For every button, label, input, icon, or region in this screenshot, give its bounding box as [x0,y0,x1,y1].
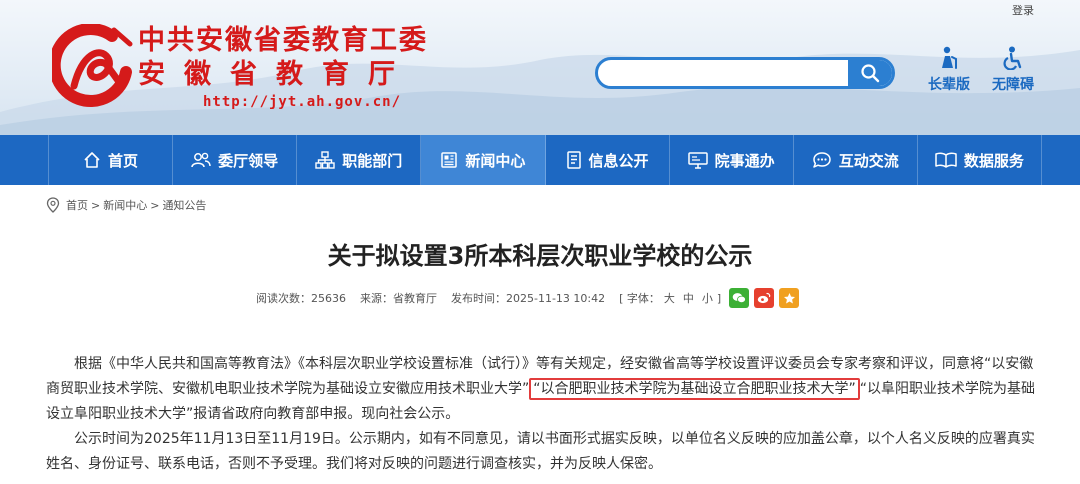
breadcrumb-notices[interactable]: 通知公告 [162,197,206,213]
paragraph-1: 根据《中华人民共和国高等教育法》《本科层次职业学校设置标准（试行）》等有关规定，… [46,352,1046,427]
elder-icon [942,46,957,69]
nav-item-departments[interactable]: 职能部门 [297,135,422,185]
font-size-label: [ 字体： [619,292,660,305]
nav-item-label: 首页 [108,151,139,170]
login-link[interactable]: 登录 [1012,2,1034,18]
accessibility-icon [1003,46,1022,70]
weibo-icon [758,292,771,304]
paragraph-2-text: 公示时间为2025年11月13日至11月19日。公示期内，如有不同意见，请以书面… [46,431,1035,472]
breadcrumb-news[interactable]: 新闻中心 [103,197,147,213]
nav-item-label: 新闻中心 [465,151,526,170]
wechat-icon [732,293,747,304]
chat-icon [813,152,831,168]
nav-item-label: 委厅领导 [218,151,279,170]
nav-item-label: 信息公开 [588,151,649,170]
nav-item-label: 院事通办 [714,151,775,170]
highlighted-text: “以合肥职业技术学院为基础设立合肥职业技术大学” [529,378,860,400]
logo-icon [52,24,133,107]
views-label: 阅读次数： [256,292,311,305]
paragraph-2: 公示时间为2025年11月13日至11月19日。公示期内，如有不同意见，请以书面… [46,427,1046,477]
site-url: http://jyt.ah.gov.cn/ [203,94,402,110]
breadcrumb: 首页 > 新闻中心 > 通知公告 [46,197,206,213]
book-icon [935,152,957,168]
accessibility-button[interactable]: 无障碍 [986,46,1040,94]
search-box [595,57,895,89]
source-label: 来源： [360,292,393,305]
location-pin-icon [46,197,60,213]
breadcrumb-separator: > [150,198,160,212]
nav-item-label: 数据服务 [963,151,1024,170]
star-icon [783,292,795,303]
monitor-icon [687,152,708,169]
nav-item-news[interactable]: 新闻中心 [421,135,546,185]
font-small-button[interactable]: 小 [702,290,713,306]
people-icon [191,152,211,168]
views-count: 25636 [311,291,346,305]
article-meta: 阅读次数： 25636 来源： 省教育厅 发布时间： 2025-11-13 10… [256,288,800,308]
favorite-button[interactable] [779,288,800,308]
font-medium-button[interactable]: 中 [683,290,694,306]
header-banner: 登录 中共安徽省委教育工委 安徽省教育厅 http://jyt.ah.gov.c… [0,0,1080,135]
source-value: 省教育厅 [393,292,437,305]
home-icon [84,152,100,168]
news-icon [441,152,458,168]
site-title-line1: 中共安徽省委教育工委 [138,25,428,56]
elder-mode-label: 长辈版 [928,77,970,93]
publish-date: 2025-11-13 10:42 [506,291,606,305]
elder-mode-button[interactable]: 长辈版 [922,46,976,94]
article-body: 根据《中华人民共和国高等教育法》《本科层次职业学校设置标准（试行）》等有关规定，… [46,352,1046,477]
nav-item-data[interactable]: 数据服务 [918,135,1042,185]
site-title-line2: 安徽省教育厅 [138,59,414,90]
main-nav: 首页 委厅领导 职能部门 新闻中心 信息公开 院事通办 互动交流 数据服务 [0,135,1080,185]
nav-item-services[interactable]: 院事通办 [670,135,794,185]
document-icon [566,151,581,169]
nav-item-info-public[interactable]: 信息公开 [546,135,670,185]
search-button[interactable] [848,60,892,86]
accessibility-label: 无障碍 [992,77,1034,93]
nav-item-label: 职能部门 [342,151,403,170]
search-icon [861,64,880,83]
share-weibo-button[interactable] [754,288,775,308]
breadcrumb-separator: > [91,198,101,212]
search-input[interactable] [608,63,848,83]
org-chart-icon [315,151,335,169]
nav-item-interaction[interactable]: 互动交流 [794,135,918,185]
nav-item-home[interactable]: 首页 [48,135,174,185]
share-wechat-button[interactable] [729,288,750,308]
page: 登录 中共安徽省委教育工委 安徽省教育厅 http://jyt.ah.gov.c… [0,0,1080,484]
nav-item-leaders[interactable]: 委厅领导 [173,135,298,185]
breadcrumb-home[interactable]: 首页 [66,197,88,213]
article-title: 关于拟设置3所本科层次职业学校的公示 [327,242,753,270]
font-large-button[interactable]: 大 [664,290,675,306]
nav-item-label: 互动交流 [838,151,899,170]
date-label: 发布时间： [451,292,506,305]
font-size-close: ] [716,291,722,305]
